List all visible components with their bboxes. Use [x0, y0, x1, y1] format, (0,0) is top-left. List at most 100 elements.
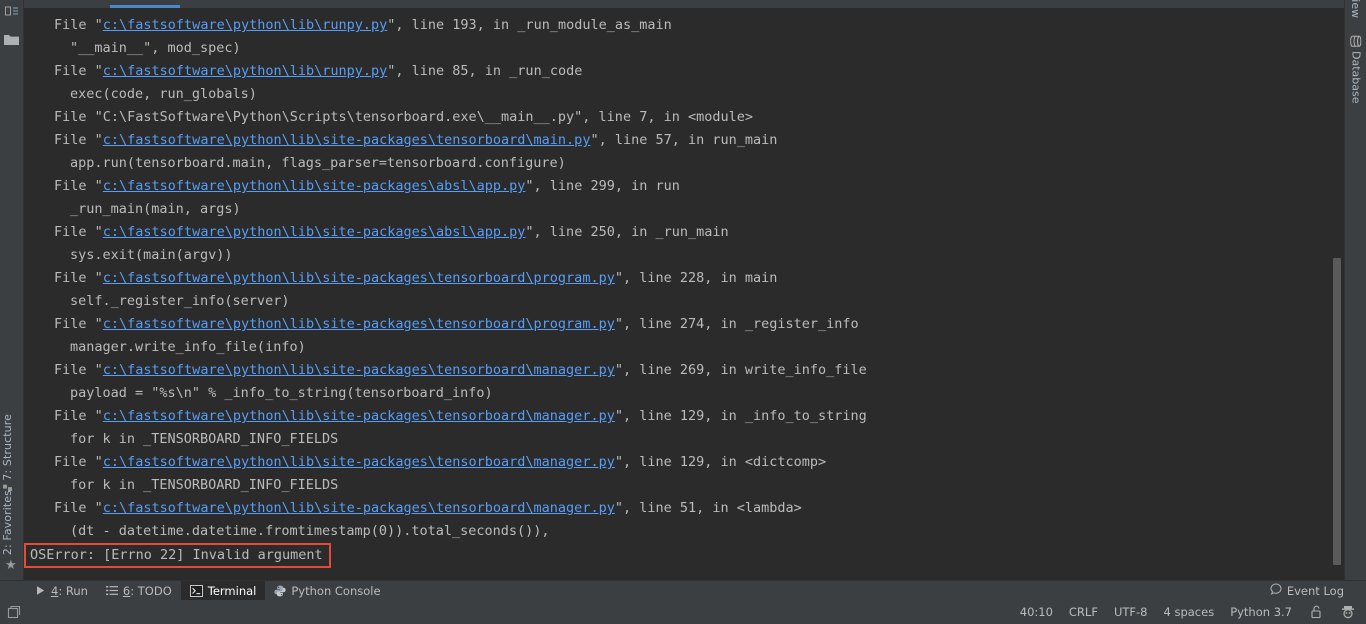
terminal-line: File "c:\fastsoftware\python\lib\site-pa…	[54, 497, 1344, 520]
terminal-text: ", line 269, in write_info_file	[614, 362, 867, 378]
right-tool-strip: View Database	[1344, 0, 1366, 580]
status-bar-right: 40:10 CRLF UTF-8 4 spaces Python 3.7	[1020, 604, 1366, 620]
terminal-file-link[interactable]: c:\fastsoftware\python\lib\site-packages…	[103, 408, 615, 424]
terminal-file-link[interactable]: c:\fastsoftware\python\lib\site-packages…	[103, 178, 526, 194]
terminal-text-content: File "c:\fastsoftware\python\lib\runpy.p…	[24, 8, 1344, 570]
project-folder-icon[interactable]	[1, 29, 23, 49]
hide-window-icon[interactable]	[1, 1, 23, 21]
tool-window-tab-terminal[interactable]: Terminal	[180, 580, 266, 601]
terminal-text: ", line 274, in _register_info	[614, 316, 859, 332]
terminal-line: File "C:\FastSoftware\Python\Scripts\ten…	[54, 106, 1344, 129]
terminal-scrollbar-thumb[interactable]	[1333, 258, 1341, 565]
indent-setting[interactable]: 4 spaces	[1163, 605, 1214, 619]
sidebar-item-structure[interactable]: 7: Structure	[1, 412, 14, 496]
terminal-line: app.run(tensorboard.main, flags_parser=t…	[54, 152, 1344, 175]
terminal-line: manager.write_info_file(info)	[54, 336, 1344, 359]
terminal-line: self._register_info(server)	[54, 290, 1344, 313]
caret-position[interactable]: 40:10	[1020, 605, 1053, 619]
sidebar-item-sciview[interactable]: View	[1349, 0, 1362, 18]
file-encoding[interactable]: UTF-8	[1114, 605, 1148, 619]
tool-window-tab-python-console[interactable]: Python Console	[265, 581, 389, 601]
terminal-text: manager.write_info_file(info)	[70, 339, 306, 355]
unlocked-padlock-icon[interactable]	[1308, 604, 1324, 620]
toggle-toolbar-icon[interactable]	[6, 604, 22, 620]
close-icon[interactable]: ×	[161, 0, 171, 3]
terminal-text: (dt - datetime.datetime.fromtimestamp(0)…	[70, 523, 550, 539]
terminal-text: _run_main(main, args)	[70, 201, 241, 217]
terminal-line: File "c:\fastsoftware\python\lib\site-pa…	[54, 221, 1344, 244]
terminal-text: File "	[54, 17, 103, 33]
terminal-text: ", line 85, in _run_code	[387, 63, 583, 79]
status-bar-left	[0, 604, 22, 620]
terminal-error-message: OSError: [Errno 22] Invalid argument	[24, 543, 331, 568]
terminal-text: app.run(tensorboard.main, flags_parser=t…	[70, 155, 566, 171]
inspector-hector-icon[interactable]	[1340, 604, 1356, 620]
ide-window: 7: Structure 2: Favorites ★ View Databas…	[0, 0, 1366, 624]
left-tool-strip: 7: Structure 2: Favorites ★	[0, 0, 24, 580]
terminal-session-tab-local[interactable]: Local	[112, 0, 143, 3]
sidebar-item-database[interactable]: Database	[1349, 35, 1363, 104]
tool-window-tab-label: 6: TODO	[122, 583, 172, 598]
terminal-line: File "c:\fastsoftware\python\lib\site-pa…	[54, 313, 1344, 336]
terminal-text: "__main__", mod_spec)	[70, 40, 241, 56]
tool-window-tab-label: Python Console	[291, 583, 381, 598]
terminal-window-title: Terminal	[32, 0, 83, 3]
terminal-line: payload = "%s\n" % _info_to_string(tenso…	[54, 382, 1344, 405]
terminal-line: File "c:\fastsoftware\python\lib\site-pa…	[54, 451, 1344, 474]
terminal-text: File "	[54, 224, 103, 240]
terminal-file-link[interactable]: c:\fastsoftware\python\lib\site-packages…	[103, 362, 615, 378]
terminal-line: sys.exit(main(argv))	[54, 244, 1344, 267]
terminal-tab-header: Terminal Local × +	[24, 0, 1344, 8]
terminal-file-link[interactable]: c:\fastsoftware\python\lib\runpy.py	[103, 17, 387, 33]
terminal-line: File "c:\fastsoftware\python\lib\site-pa…	[54, 129, 1344, 152]
star-icon: ★	[5, 558, 17, 573]
terminal-text: ", line 299, in run	[525, 178, 680, 194]
new-session-plus-icon[interactable]: +	[196, 0, 206, 3]
terminal-text: ", line 228, in main	[614, 270, 778, 286]
terminal-file-link[interactable]: c:\fastsoftware\python\lib\site-packages…	[103, 270, 615, 286]
terminal-text: File "C:\FastSoftware\Python\Scripts\ten…	[54, 109, 753, 125]
terminal-line: File "c:\fastsoftware\python\lib\site-pa…	[54, 175, 1344, 198]
terminal-line: for k in _TENSORBOARD_INFO_FIELDS	[54, 474, 1344, 497]
terminal-file-link[interactable]: c:\fastsoftware\python\lib\runpy.py	[103, 63, 387, 79]
event-log-button[interactable]: Event Log	[1270, 583, 1366, 598]
terminal-icon	[189, 584, 203, 597]
run-play-icon	[35, 585, 46, 596]
terminal-text: ", line 57, in run_main	[590, 132, 778, 148]
sidebar-sciview-label: View	[1349, 0, 1362, 19]
terminal-text: File "	[54, 270, 103, 286]
terminal-text: File "	[54, 408, 103, 424]
terminal-text: sys.exit(main(argv))	[70, 247, 233, 263]
terminal-line: File "c:\fastsoftware\python\lib\site-pa…	[54, 405, 1344, 428]
terminal-line: File "c:\fastsoftware\python\lib\runpy.p…	[54, 60, 1344, 83]
terminal-line: File "c:\fastsoftware\python\lib\site-pa…	[54, 359, 1344, 382]
terminal-file-link[interactable]: c:\fastsoftware\python\lib\site-packages…	[103, 132, 591, 148]
terminal-text: exec(code, run_globals)	[70, 86, 257, 102]
terminal-output-panel[interactable]: File "c:\fastsoftware\python\lib\runpy.p…	[24, 8, 1344, 580]
terminal-file-link[interactable]: c:\fastsoftware\python\lib\site-packages…	[103, 316, 615, 332]
terminal-file-link[interactable]: c:\fastsoftware\python\lib\site-packages…	[103, 500, 615, 516]
terminal-file-link[interactable]: c:\fastsoftware\python\lib\site-packages…	[103, 224, 526, 240]
sidebar-item-favorites[interactable]: 2: Favorites	[1, 488, 14, 557]
left-strip-top-icons	[1, 0, 23, 49]
terminal-text: ", line 129, in <dictcomp>	[614, 454, 827, 470]
event-log-label: Event Log	[1286, 583, 1344, 598]
terminal-text: File "	[54, 362, 103, 378]
terminal-line: for k in _TENSORBOARD_INFO_FIELDS	[54, 428, 1344, 451]
terminal-scrollbar[interactable]	[1330, 8, 1344, 580]
terminal-text: self._register_info(server)	[70, 293, 290, 309]
balloon-icon	[1270, 583, 1282, 598]
tool-window-tab-run[interactable]: 4: Run	[26, 581, 97, 601]
tool-window-tab-todo[interactable]: 6: TODO	[97, 581, 181, 601]
line-separator[interactable]: CRLF	[1069, 605, 1098, 619]
terminal-text: ", line 129, in _info_to_string	[614, 408, 867, 424]
terminal-text: File "	[54, 500, 103, 516]
sidebar-database-label: Database	[1349, 51, 1363, 104]
terminal-line: exec(code, run_globals)	[54, 83, 1344, 106]
terminal-file-link[interactable]: c:\fastsoftware\python\lib\site-packages…	[103, 454, 615, 470]
terminal-line: File "c:\fastsoftware\python\lib\site-pa…	[54, 267, 1344, 290]
tool-window-tabs: 4: Run 6: TODO Terminal Python Console	[0, 580, 390, 601]
terminal-text: payload = "%s\n" % _info_to_string(tenso…	[70, 385, 493, 401]
terminal-text: File "	[54, 178, 103, 194]
python-interpreter[interactable]: Python 3.7	[1230, 605, 1292, 619]
